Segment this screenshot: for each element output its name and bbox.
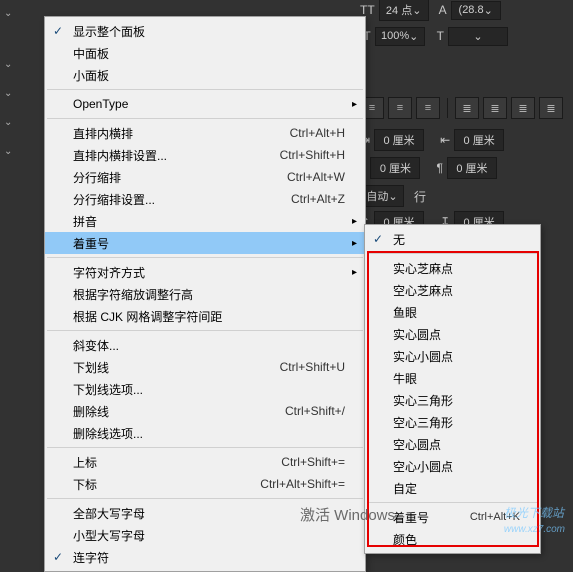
submenu-open-small-circle[interactable]: 空心小圆点 — [365, 455, 540, 477]
separator — [47, 257, 363, 258]
check-icon: ✓ — [373, 232, 383, 246]
indent-row-2: ¶ 0 厘米 ¶ 0 厘米 — [360, 156, 567, 180]
last-line-indent-icon: ¶ — [436, 161, 442, 175]
font-size-icon: TT — [360, 3, 375, 17]
indent-right-icon: ⇤ — [440, 133, 450, 147]
leading-icon: A — [439, 3, 447, 17]
menu-warichu[interactable]: 分行缩排Ctrl+Alt+W — [45, 166, 365, 188]
indent-row-1: ⇥ 0 厘米 ⇤ 0 厘米 — [360, 128, 567, 152]
chevron-down-icon[interactable]: ⌄ — [4, 59, 40, 70]
menu-small-caps[interactable]: 小型大写字母 — [45, 524, 365, 546]
menu-small-panel[interactable]: 小面板 — [45, 64, 365, 86]
first-line-indent-input[interactable]: 0 厘米 — [370, 157, 420, 179]
chevron-right-icon: ▸ — [352, 267, 357, 278]
check-icon: ✓ — [53, 24, 63, 38]
submenu-open-sesame[interactable]: 空心芝麻点 — [365, 279, 540, 301]
justify-right-button[interactable]: ≣ — [511, 97, 535, 119]
separator — [47, 89, 363, 90]
submenu-solid-triangle[interactable]: 实心三角形 — [365, 389, 540, 411]
menu-scale-line-height[interactable]: 根据字符缩放调整行高 — [45, 283, 365, 305]
submenu-solid-sesame[interactable]: 实心芝麻点 — [365, 257, 540, 279]
submenu-none[interactable]: ✓无 — [365, 228, 540, 250]
separator — [367, 502, 538, 503]
auto-leading-input[interactable]: 自动 ⌄ — [360, 185, 404, 207]
align-center-button[interactable]: ≡ — [388, 97, 412, 119]
submenu-custom[interactable]: 自定 — [365, 477, 540, 499]
top-strip: TT 24 点 ⌄ A (28.8 ⌄ — [360, 0, 573, 20]
menu-opentype[interactable]: OpenType▸ — [45, 93, 365, 115]
menu-superscript[interactable]: 上标Ctrl+Shift+= — [45, 451, 365, 473]
justify-left-button[interactable]: ≣ — [455, 97, 479, 119]
scale-row: IT 100% ⌄ T ⌄ — [360, 24, 567, 48]
check-icon: ✓ — [53, 550, 63, 564]
last-line-indent-input[interactable]: 0 厘米 — [447, 157, 497, 179]
justify-all-button[interactable]: ≣ — [539, 97, 563, 119]
align-right-button[interactable]: ≡ — [416, 97, 440, 119]
line-label: 行 — [414, 188, 426, 205]
menu-emphasis-marks[interactable]: 着重号▸ — [45, 232, 365, 254]
activate-windows-watermark: 激活 Windows — [300, 504, 395, 525]
chevron-down-icon[interactable]: ⌄ — [4, 146, 40, 157]
submenu-open-triangle[interactable]: 空心三角形 — [365, 411, 540, 433]
menu-strikethrough[interactable]: 删除线Ctrl+Shift+/ — [45, 400, 365, 422]
menu-medium-panel[interactable]: 中面板 — [45, 42, 365, 64]
chevron-right-icon: ▸ — [352, 99, 357, 110]
menu-show-full-panel[interactable]: ✓显示整个面板 — [45, 20, 365, 42]
menu-subscript[interactable]: 下标Ctrl+Alt+Shift+= — [45, 473, 365, 495]
separator — [447, 98, 448, 118]
chevron-down-icon[interactable]: ⌄ — [4, 117, 40, 128]
auto-row: 自动 ⌄ 行 — [360, 184, 567, 208]
menu-skew[interactable]: 斜变体... — [45, 334, 365, 356]
left-column: ⌄ ⌄ ⌄ ⌄ ⌄ — [0, 0, 44, 555]
indent-left-input[interactable]: 0 厘米 — [374, 129, 424, 151]
separator — [47, 330, 363, 331]
indent-right-input[interactable]: 0 厘米 — [454, 129, 504, 151]
submenu-open-circle[interactable]: 空心圆点 — [365, 433, 540, 455]
chevron-down-icon[interactable]: ⌄ — [4, 88, 40, 99]
menu-warichu-settings[interactable]: 分行缩排设置...Ctrl+Alt+Z — [45, 188, 365, 210]
submenu-solid-small-circle[interactable]: 实心小圆点 — [365, 345, 540, 367]
chevron-right-icon: ▸ — [352, 238, 357, 249]
vertical-scale-input[interactable]: 100% ⌄ — [375, 27, 425, 46]
submenu-fisheye[interactable]: 鱼眼 — [365, 301, 540, 323]
site-watermark: 极光下载站 www.xz7.com — [504, 504, 565, 535]
separator — [47, 498, 363, 499]
menu-underline-options[interactable]: 下划线选项... — [45, 378, 365, 400]
panel-menu: ✓显示整个面板 中面板 小面板 OpenType▸ 直排内横排Ctrl+Alt+… — [44, 16, 366, 572]
menu-ligatures[interactable]: ✓连字符 — [45, 546, 365, 568]
submenu-bullseye[interactable]: 牛眼 — [365, 367, 540, 389]
leading-input[interactable]: (28.8 ⌄ — [451, 1, 501, 20]
separator — [367, 253, 538, 254]
font-size-input[interactable]: 24 点 ⌄ — [379, 0, 429, 21]
menu-underline[interactable]: 下划线Ctrl+Shift+U — [45, 356, 365, 378]
menu-ruby[interactable]: 拼音▸ — [45, 210, 365, 232]
submenu-solid-circle[interactable]: 实心圆点 — [365, 323, 540, 345]
menu-cjk-grid[interactable]: 根据 CJK 网格调整字符间距 — [45, 305, 365, 327]
justify-center-button[interactable]: ≣ — [483, 97, 507, 119]
menu-tcy[interactable]: 直排内横排Ctrl+Alt+H — [45, 122, 365, 144]
chevron-right-icon: ▸ — [352, 216, 357, 227]
align-row: ≡ ≡ ≡ ≣ ≣ ≣ ≣ — [360, 96, 567, 120]
menu-strikethrough-options[interactable]: 删除线选项... — [45, 422, 365, 444]
menu-char-align[interactable]: 字符对齐方式▸ — [45, 261, 365, 283]
horizontal-scale-icon: T — [437, 29, 444, 43]
separator — [47, 118, 363, 119]
chevron-down-icon[interactable]: ⌄ — [4, 8, 40, 19]
menu-tcy-settings[interactable]: 直排内横排设置...Ctrl+Shift+H — [45, 144, 365, 166]
separator — [47, 447, 363, 448]
horizontal-scale-input[interactable]: ⌄ — [448, 27, 508, 46]
